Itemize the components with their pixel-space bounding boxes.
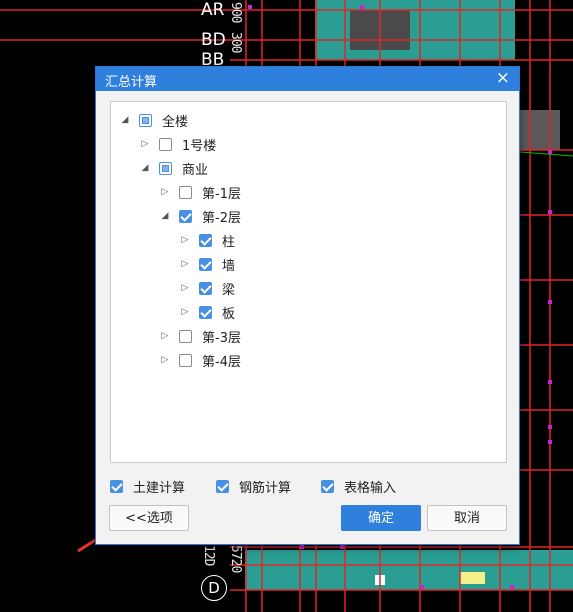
tree-node-label: 第-2层 xyxy=(202,210,241,226)
tree-node-checkbox[interactable] xyxy=(199,281,212,295)
tree-node[interactable]: ▷ 墙 xyxy=(179,253,235,275)
option-table-input-label: 表格输入 xyxy=(344,481,397,496)
axis-bubble-d: D xyxy=(201,575,227,601)
tree-node[interactable]: ◢ 全楼 xyxy=(119,109,188,131)
option-rebar-calc-checkbox[interactable] xyxy=(216,480,229,493)
dialog-title: 汇总计算 xyxy=(105,75,158,90)
option-table-input[interactable]: 表格输入 xyxy=(321,477,396,496)
expanded-triangle-icon[interactable]: ◢ xyxy=(139,163,151,173)
tree-node-checkbox[interactable] xyxy=(179,185,192,199)
option-civil-calc-checkbox[interactable] xyxy=(110,480,123,493)
collapsed-triangle-icon[interactable]: ▷ xyxy=(159,355,171,365)
tree-node-label: 梁 xyxy=(222,282,236,298)
tree-node[interactable]: ▷ 梁 xyxy=(179,277,235,299)
axis-label-ar: AR xyxy=(201,0,225,20)
tree-node[interactable]: ▷ 板 xyxy=(179,301,235,323)
tree-node-label: 板 xyxy=(222,306,236,322)
tree-node-checkbox[interactable] xyxy=(199,257,212,271)
tree-node-checkbox[interactable] xyxy=(179,329,192,343)
ok-button[interactable]: 确定 xyxy=(341,505,421,531)
tree-node-label: 第-1层 xyxy=(202,186,241,202)
tree-node-label: 商业 xyxy=(182,162,209,178)
tree-node-checkbox[interactable] xyxy=(199,233,212,247)
close-icon[interactable]: × xyxy=(496,68,510,88)
tree-node[interactable]: ▷ 第-4层 xyxy=(159,349,241,371)
option-civil-calc[interactable]: 土建计算 xyxy=(110,477,185,496)
option-civil-calc-label: 土建计算 xyxy=(133,481,186,496)
tree-node[interactable]: ▷ 第-1层 xyxy=(159,181,241,203)
tree-node-label: 第-3层 xyxy=(202,330,241,346)
collapsed-triangle-icon[interactable]: ▷ xyxy=(159,187,171,197)
collapsed-triangle-icon[interactable]: ▷ xyxy=(159,331,171,341)
option-table-input-checkbox[interactable] xyxy=(321,480,334,493)
tree-node-checkbox[interactable] xyxy=(179,209,192,223)
tree-node[interactable]: ◢ 商业 xyxy=(139,157,208,179)
options-toggle-button[interactable]: <<选项 xyxy=(109,505,189,531)
collapsed-triangle-icon[interactable]: ▷ xyxy=(179,235,191,245)
tree-node-label: 墙 xyxy=(222,258,236,274)
axis-label-bd: BD xyxy=(201,30,226,50)
dimension-text-top-1: 900 xyxy=(228,2,243,23)
tree-node-label: 全楼 xyxy=(162,114,189,130)
tree-node-label: 1号楼 xyxy=(182,138,217,154)
tree-node[interactable]: ▷ 第-3层 xyxy=(159,325,241,347)
tree-node[interactable]: ▷ 1号楼 xyxy=(139,133,216,155)
tree-node[interactable]: ▷ 柱 xyxy=(179,229,235,251)
collapsed-triangle-icon[interactable]: ▷ xyxy=(139,139,151,149)
dimension-text-bottom-2: 5720 xyxy=(228,545,243,573)
dialog-titlebar[interactable]: 汇总计算 × xyxy=(96,67,519,91)
dimension-text-bottom-1: 12D xyxy=(201,545,216,566)
collapsed-triangle-icon[interactable]: ▷ xyxy=(179,307,191,317)
tree-node-checkbox[interactable] xyxy=(159,161,172,175)
cancel-button[interactable]: 取消 xyxy=(427,505,507,531)
floor-tree: ◢ 全楼 ▷ 1号楼 ◢ 商业 ▷ 第-1层 ◢ 第-2层 ▷ 柱 ▷ 墙 ▷ 梁 ▷ 板 ▷ 第-3层 ▷ 第-4层 xyxy=(110,101,507,463)
tree-node-label: 第-4层 xyxy=(202,354,241,370)
tree-node-label: 柱 xyxy=(222,234,236,250)
collapsed-triangle-icon[interactable]: ▷ xyxy=(179,283,191,293)
tree-node-checkbox[interactable] xyxy=(159,137,172,151)
option-rebar-calc-label: 钢筋计算 xyxy=(239,481,292,496)
tree-node-checkbox[interactable] xyxy=(179,353,192,367)
tree-node[interactable]: ◢ 第-2层 xyxy=(159,205,241,227)
dimension-text-top-2: 300 xyxy=(228,32,243,53)
collapsed-triangle-icon[interactable]: ▷ xyxy=(179,259,191,269)
tree-node-checkbox[interactable] xyxy=(139,113,152,127)
expanded-triangle-icon[interactable]: ◢ xyxy=(119,115,131,125)
summary-calculation-dialog: 汇总计算 × ◢ 全楼 ▷ 1号楼 ◢ 商业 ▷ 第-1层 ◢ 第-2层 ▷ 柱 ▷ 墙 ▷ 梁 ▷ 板 ▷ 第-3层… xyxy=(95,66,520,545)
option-rebar-calc[interactable]: 钢筋计算 xyxy=(216,477,291,496)
tree-node-checkbox[interactable] xyxy=(199,305,212,319)
expanded-triangle-icon[interactable]: ◢ xyxy=(159,211,171,221)
